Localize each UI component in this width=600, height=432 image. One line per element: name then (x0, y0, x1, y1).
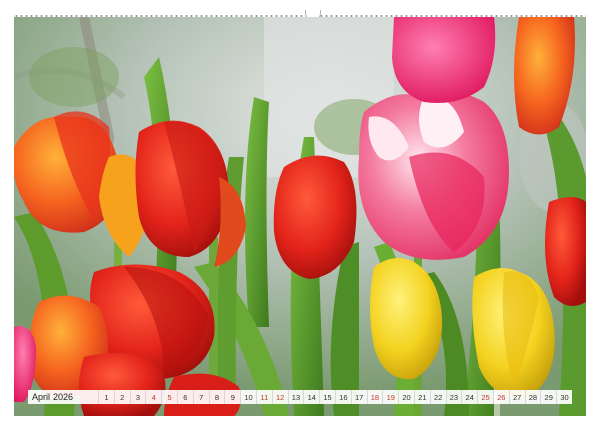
calendar-day: 20 (398, 390, 414, 404)
calendar-day: 27 (508, 390, 525, 404)
calendar-day: 8 (208, 390, 225, 404)
calendar-day: 2 (113, 390, 130, 404)
calendar-day: 25 (477, 390, 493, 404)
calendar-day: 21 (413, 390, 430, 404)
calendar-page: April 2026 1 2 3 4 5 6 7 8 9 10 11 12 13 14 15 16 17 18 19… (0, 0, 600, 432)
calendar-day: 13 (287, 390, 304, 404)
calendar-day: 7 (192, 390, 209, 404)
calendar-day: 17 (350, 390, 367, 404)
calendar-day: 23 (445, 390, 462, 404)
calendar-day: 19 (382, 390, 398, 404)
month-label: April 2026 (28, 390, 98, 404)
calendar-day: 22 (429, 390, 446, 404)
month-year: 2026 (53, 392, 74, 402)
calendar-day: 11 (255, 390, 272, 404)
tulip-photo (14, 17, 586, 416)
calendar-day: 15 (319, 390, 335, 404)
calendar-day: 10 (240, 390, 256, 404)
day-row: 1 2 3 4 5 6 7 8 9 10 11 12 13 14 15 16 17 18 19 20 21 22 23 24 2… (98, 390, 572, 404)
month-calendar-strip: April 2026 1 2 3 4 5 6 7 8 9 10 11 12 13 14 15 16 17 18 19… (28, 390, 572, 404)
calendar-day: 4 (145, 390, 161, 404)
calendar-day: 28 (524, 390, 541, 404)
calendar-day: 16 (334, 390, 351, 404)
calendar-day: 6 (176, 390, 193, 404)
calendar-day: 3 (129, 390, 146, 404)
calendar-day: 5 (161, 390, 177, 404)
calendar-day: 26 (492, 390, 509, 404)
calendar-day: 29 (540, 390, 556, 404)
calendar-day: 18 (366, 390, 383, 404)
calendar-day: 1 (98, 390, 114, 404)
calendar-day: 24 (461, 390, 477, 404)
month-name: April (32, 392, 51, 402)
calendar-day: 9 (224, 390, 240, 404)
calendar-day: 30 (556, 390, 572, 404)
tulip-bouquet-illustration (14, 17, 586, 416)
calendar-day: 12 (271, 390, 288, 404)
calendar-day: 14 (303, 390, 319, 404)
